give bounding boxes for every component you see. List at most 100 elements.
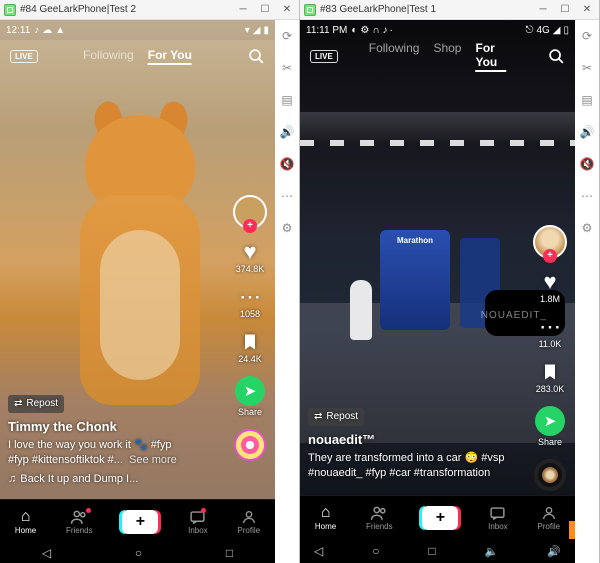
search-icon[interactable] (248, 48, 265, 65)
volume-down-button[interactable]: 🔈 (485, 545, 499, 558)
feed-nav: LIVE Following For You (0, 40, 275, 72)
comment-icon: ⋯ (539, 316, 561, 338)
like-button[interactable]: ♥374.8K (236, 241, 265, 274)
tab-foryou[interactable]: For You (475, 41, 506, 72)
tool-rotate-icon[interactable]: ⟳ (279, 28, 295, 44)
repost-button[interactable]: ⇄Repost (8, 395, 64, 413)
status-app-icon: ▲ (55, 25, 65, 36)
bookmark-icon (240, 331, 260, 353)
nav-home[interactable]: ⌂Home (315, 505, 336, 531)
tool-volume-down-icon[interactable]: 🔇 (279, 156, 295, 172)
nav-friends[interactable]: Friends (366, 505, 393, 531)
home-button[interactable]: ○ (372, 544, 379, 558)
home-button[interactable]: ○ (135, 546, 142, 560)
tool-volume-down-icon[interactable]: 🔇 (579, 156, 595, 172)
caption-area: ⇄Repost nouaedit™ They are transformed i… (308, 408, 515, 481)
share-button[interactable]: ➤Share (535, 406, 565, 447)
battery-icon: ▮ (263, 25, 269, 36)
live-button[interactable]: LIVE (10, 50, 38, 63)
repost-icon: ⇄ (14, 397, 22, 411)
comment-button[interactable]: ⋯11.0K (539, 316, 562, 349)
signal-icon: ◢ (553, 25, 561, 36)
window-title: #84 GeeLarkPhone|Test 2 (20, 4, 136, 15)
tool-folder-icon[interactable]: ▤ (279, 92, 295, 108)
save-button[interactable]: 283.0K (536, 361, 565, 394)
minimize-button[interactable]: ─ (535, 2, 551, 18)
minimize-button[interactable]: ─ (235, 2, 251, 18)
creator-username[interactable]: Timmy the Chonk (8, 418, 215, 436)
create-button[interactable]: + (422, 506, 458, 530)
right-action-rail: + ♥374.8K ⋯1058 24.4K ➤Share (233, 195, 267, 461)
nav-profile[interactable]: Profile (237, 509, 260, 535)
follow-plus-icon[interactable]: + (543, 249, 557, 263)
profile-icon (241, 509, 257, 525)
repost-button[interactable]: ⇄Repost (308, 408, 364, 426)
notification-dot (201, 508, 206, 513)
window-body: 12:11 ♪ ☁ ▲ ▾ ◢ ▮ LIVE Following For You (0, 20, 299, 563)
volume-up-button[interactable]: 🔊 (547, 545, 561, 558)
tab-following[interactable]: Following (369, 41, 420, 72)
tab-following[interactable]: Following (83, 48, 134, 65)
recents-button[interactable]: □ (428, 544, 435, 558)
caption-text[interactable]: They are transformed into a car 😳 #vsp #… (308, 451, 515, 481)
back-button[interactable]: ◁ (42, 546, 51, 560)
share-button[interactable]: ➤Share (235, 376, 265, 417)
profile-icon (541, 505, 557, 521)
sound-row[interactable]: ♫Back It up and Dump I... (8, 472, 215, 487)
nav-profile[interactable]: Profile (537, 505, 560, 531)
status-icon: ∩ (372, 25, 379, 36)
android-system-nav: ◁ ○ □ 🔈 🔊 (300, 539, 575, 563)
share-label: Share (238, 407, 262, 417)
tab-shop[interactable]: Shop (433, 41, 461, 72)
share-icon: ➤ (235, 376, 265, 406)
tool-settings-icon[interactable]: ⚙ (279, 220, 295, 236)
tool-screenshot-icon[interactable]: ✂ (579, 60, 595, 76)
tool-folder-icon[interactable]: ▤ (579, 92, 595, 108)
back-button[interactable]: ◁ (314, 544, 323, 558)
creator-avatar[interactable]: + (233, 195, 267, 229)
caption-text[interactable]: I love the way you work it 🐾 #fyp #fyp #… (8, 438, 215, 468)
tool-screenshot-icon[interactable]: ✂ (279, 60, 295, 76)
recents-button[interactable]: □ (226, 546, 233, 560)
status-icon: ◐ (351, 25, 357, 36)
sound-disc[interactable] (234, 429, 266, 461)
android-system-nav: ◁ ○ □ (0, 543, 275, 563)
network-label: 4G (536, 25, 549, 36)
titlebar: #83 GeeLarkPhone|Test 1 ─ ☐ ✕ (300, 0, 599, 20)
sound-disc[interactable] (534, 459, 566, 491)
creator-username[interactable]: nouaedit™ (308, 431, 515, 449)
status-cloud-icon: ☁ (42, 25, 52, 36)
repost-icon: ⇄ (314, 410, 322, 424)
wifi-icon: ▾ (245, 25, 250, 36)
comment-button[interactable]: ⋯1058 (239, 286, 261, 319)
nav-inbox[interactable]: Inbox (488, 505, 508, 531)
tab-foryou[interactable]: For You (148, 48, 192, 65)
see-more[interactable]: See more (129, 454, 177, 466)
save-button[interactable]: 24.4K (238, 331, 262, 364)
close-button[interactable]: ✕ (279, 2, 295, 18)
home-icon: ⌂ (321, 505, 331, 521)
share-label: Share (538, 437, 562, 447)
like-button[interactable]: ♥1.8M (540, 271, 560, 304)
maximize-button[interactable]: ☐ (557, 2, 573, 18)
tool-settings-icon[interactable]: ⚙ (579, 220, 595, 236)
nav-inbox[interactable]: Inbox (188, 509, 208, 535)
sound-name: Back It up and Dump I... (20, 472, 138, 487)
emulator-side-toolbar: ⟳ ✂ ▤ 🔊 🔇 ⋯ ⚙ (275, 20, 299, 563)
close-button[interactable]: ✕ (579, 2, 595, 18)
tool-volume-up-icon[interactable]: 🔊 (279, 124, 295, 140)
live-button[interactable]: LIVE (310, 50, 338, 63)
creator-avatar[interactable]: + (533, 225, 567, 259)
status-icon: ⚙ (360, 25, 369, 36)
maximize-button[interactable]: ☐ (257, 2, 273, 18)
tool-more-icon[interactable]: ⋯ (279, 188, 295, 204)
create-button[interactable]: + (122, 510, 158, 534)
nav-home[interactable]: ⌂Home (15, 509, 36, 535)
tool-volume-up-icon[interactable]: 🔊 (579, 124, 595, 140)
nav-friends[interactable]: Friends (66, 509, 93, 535)
search-icon[interactable] (548, 48, 565, 65)
battery-icon: ▯ (563, 25, 569, 36)
follow-plus-icon[interactable]: + (243, 219, 257, 233)
tool-rotate-icon[interactable]: ⟳ (579, 28, 595, 44)
tool-more-icon[interactable]: ⋯ (579, 188, 595, 204)
